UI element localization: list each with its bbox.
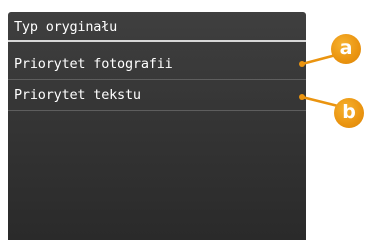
callout-b-leader [301, 95, 339, 108]
menu-item-label: Priorytet tekstu [14, 87, 141, 103]
screen-header: Typ oryginału [8, 12, 306, 42]
device-screen: Typ oryginału Priorytet fotografii Prior… [8, 12, 306, 240]
callout-badge-a: a [331, 34, 361, 64]
menu-item-photo-priority[interactable]: Priorytet fotografii [8, 50, 306, 80]
screen-title: Typ oryginału [14, 19, 118, 35]
callout-badge-b: b [334, 98, 364, 128]
menu-item-label: Priorytet fotografii [14, 56, 173, 72]
callout-a-leader [301, 53, 337, 66]
menu-item-text-priority[interactable]: Priorytet tekstu [8, 81, 306, 111]
